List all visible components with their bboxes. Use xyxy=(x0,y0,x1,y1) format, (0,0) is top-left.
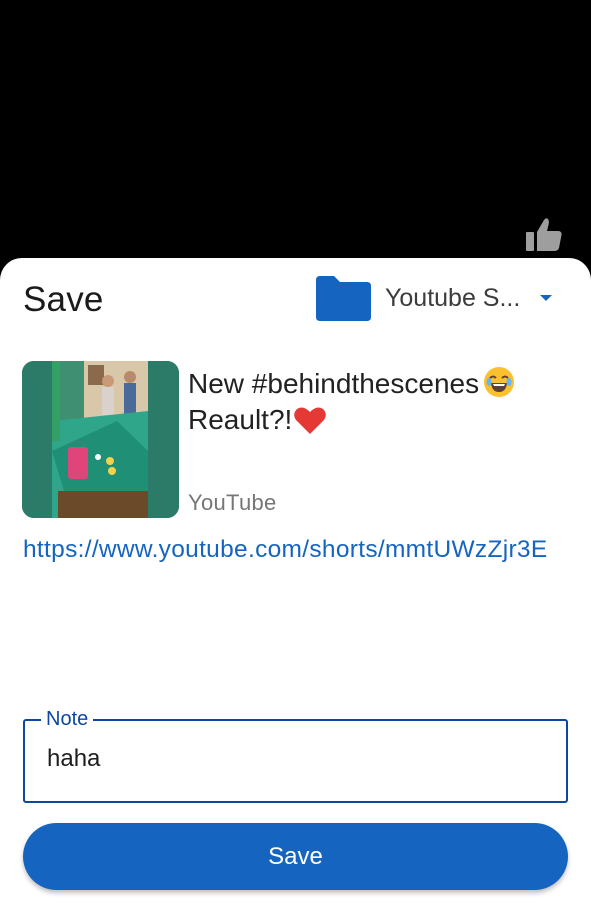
note-input[interactable] xyxy=(47,745,547,773)
sheet-title: Save xyxy=(23,280,104,319)
folder-label: Youtube S... xyxy=(385,283,521,312)
video-thumbnail xyxy=(22,361,179,518)
laughing-emoji-icon xyxy=(484,367,515,397)
note-field-label: Note xyxy=(41,707,94,731)
heart-emoji-icon xyxy=(294,407,327,434)
note-field[interactable]: Note xyxy=(23,707,568,803)
preview-title-text-2: Reault?! xyxy=(188,404,293,435)
folder-icon xyxy=(316,276,371,321)
save-bottom-sheet: Save Youtube S... New #behindthescenes R… xyxy=(0,258,591,911)
chevron-down-icon xyxy=(540,295,552,301)
preview-title-text: New #behindthescenes xyxy=(188,368,480,399)
preview-url-link[interactable]: https://www.youtube.com/shorts/mmtUWzZjr… xyxy=(23,534,563,566)
save-button[interactable]: Save xyxy=(23,823,568,890)
thumb-up-icon[interactable] xyxy=(524,214,564,254)
preview-title: New #behindthescenes Reault?! xyxy=(188,366,568,438)
folder-dropdown[interactable]: Youtube S... xyxy=(314,272,566,324)
source-label: YouTube xyxy=(188,490,277,515)
